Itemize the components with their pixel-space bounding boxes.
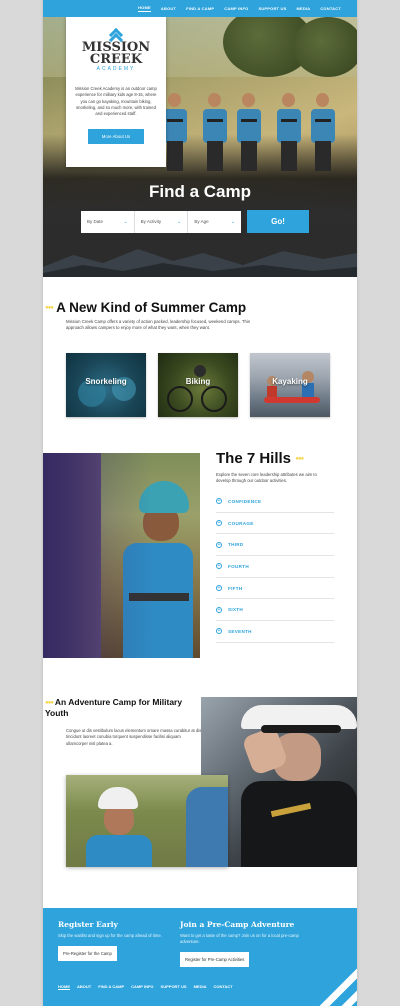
hero-section: MISSION CREEK ACADEMY Mission Creek Acad… <box>43 17 357 277</box>
dots-decoration: ●●● <box>45 699 54 706</box>
plus-icon: + <box>216 563 222 570</box>
activity-tile-snorkeling[interactable]: Snorkeling <box>66 353 146 417</box>
hill-item-confidence[interactable]: + CONFIDENCE <box>216 491 334 513</box>
plus-icon: + <box>216 498 222 505</box>
register-pre-camp-button[interactable]: Register for Pre-Camp Activities <box>180 951 250 967</box>
summer-camp-title: ●●● A New Kind of Summer Camp <box>45 300 246 315</box>
hill-item-third[interactable]: + THIRD <box>216 534 334 557</box>
footer-nav-support-us[interactable]: SUPPORT US <box>161 984 187 990</box>
nav-media[interactable]: MEDIA <box>296 6 310 12</box>
logo-title-line2: CREEK <box>89 52 143 67</box>
age-filter-select[interactable]: By Age ⌄ <box>188 211 241 233</box>
activity-tile-kayaking[interactable]: Kayaking <box>250 353 330 417</box>
pre-camp-block: Join a Pre-Camp Adventure Want to get a … <box>180 920 310 967</box>
activity-label: Snorkeling <box>85 377 127 386</box>
date-filter-select[interactable]: By Date ⌄ <box>81 211 135 233</box>
nav-support-us[interactable]: SUPPORT US <box>258 6 286 12</box>
camp-search-bar: By Date ⌄ By Activity ⌄ By Age ⌄ <box>81 211 241 233</box>
footer-nav-contact[interactable]: CONTACT <box>213 984 232 990</box>
pre-camp-text: Want to get a taste of the camp? Join us… <box>180 933 299 944</box>
hill-item-fourth[interactable]: + FOURTH <box>216 556 334 578</box>
nav-home[interactable]: HOME <box>138 5 151 12</box>
logo-card: MISSION CREEK ACADEMY Mission Creek Acad… <box>66 17 166 167</box>
hill-item-label: SIXTH <box>228 607 244 613</box>
hill-item-seventh[interactable]: + SEVENTH <box>216 621 334 643</box>
adventure-camp-text: Congue ut dis vestibulum lacus elementum… <box>66 728 202 746</box>
hero-tree <box>293 17 357 77</box>
pre-register-button[interactable]: Pre-Register for the Camp <box>58 945 117 961</box>
chevron-down-icon: ⌄ <box>230 219 236 225</box>
seven-hills-text: Explore the seven core leadership attrib… <box>216 472 317 483</box>
dots-decoration: ●●● <box>45 305 54 312</box>
summer-camp-title-text: A New Kind of Summer Camp <box>56 300 247 315</box>
hill-item-sixth[interactable]: + SIXTH <box>216 599 334 622</box>
go-button[interactable]: Go! <box>247 210 309 233</box>
more-about-us-button[interactable]: More About Us <box>88 129 144 145</box>
date-filter-label: By Date <box>87 219 104 224</box>
footer-nav-camp-info[interactable]: CAMP INFO <box>131 984 153 990</box>
register-early-title: Register Early <box>58 920 118 929</box>
page: HOME ABOUT FIND A CAMP CAMP INFO SUPPORT… <box>43 0 357 1006</box>
logo-subtitle: ACADEMY <box>96 66 136 72</box>
activity-filter-select[interactable]: By Activity ⌄ <box>135 211 189 233</box>
plus-icon: + <box>216 585 222 592</box>
hill-item-courage[interactable]: + COURAGE <box>216 513 334 535</box>
footer: Register Early Skip the waitlist and sig… <box>43 908 357 1006</box>
hero-camper <box>203 93 227 185</box>
plus-icon: + <box>216 606 222 613</box>
logo-chevron-icon <box>108 27 124 48</box>
adventure-camp-title: ●●● An Adventure Camp for Military Youth <box>45 697 185 719</box>
plus-icon: + <box>216 628 222 635</box>
hill-item-label: COURAGE <box>228 520 254 526</box>
footer-nav-media[interactable]: MEDIA <box>194 984 207 990</box>
nav-contact[interactable]: CONTACT <box>320 6 341 12</box>
nav-camp-info[interactable]: CAMP INFO <box>224 6 248 12</box>
activity-label: Biking <box>185 377 211 386</box>
find-a-camp-title: Find a Camp <box>148 182 251 201</box>
camper-helmet-photo <box>66 775 228 867</box>
chevron-down-icon: ⌄ <box>177 219 182 225</box>
age-filter-label: By Age <box>194 219 209 224</box>
intro-text: Mission Creek Academy is an outdoor camp… <box>75 86 157 117</box>
climbing-photo <box>43 453 200 658</box>
footer-nav: HOME ABOUT FIND A CAMP CAMP INFO SUPPORT… <box>58 984 233 990</box>
nav-find-a-camp[interactable]: FIND A CAMP <box>186 6 214 12</box>
top-nav: HOME ABOUT FIND A CAMP CAMP INFO SUPPORT… <box>43 0 357 17</box>
hero-camper <box>277 93 301 185</box>
summer-camp-text: Mission Creek Camp offers a variety of a… <box>66 319 250 331</box>
hill-item-fifth[interactable]: + FIFTH <box>216 578 334 600</box>
seven-hills-list: + CONFIDENCE + COURAGE + THIRD + FOURTH + FIF… <box>216 491 334 643</box>
activity-filter-label: By Activity <box>140 219 162 224</box>
chevron-down-icon: ⌄ <box>123 219 128 225</box>
seven-hills-title-text: The 7 Hills <box>216 450 292 467</box>
mountain-silhouette <box>43 249 357 277</box>
plus-icon: + <box>216 541 222 548</box>
pre-camp-title: Join a Pre-Camp Adventure <box>180 920 295 929</box>
footer-nav-about[interactable]: ABOUT <box>77 984 91 990</box>
hero-camper <box>237 93 261 185</box>
adventure-camp-title-text: An Adventure Camp for Military Youth <box>45 697 183 718</box>
hill-item-label: FIFTH <box>228 585 243 591</box>
register-early-block: Register Early Skip the waitlist and sig… <box>58 920 168 961</box>
hero-camper <box>163 93 187 185</box>
hill-item-label: THIRD <box>228 542 244 548</box>
hill-item-label: FOURTH <box>228 563 249 569</box>
activity-label: Kayaking <box>272 377 308 386</box>
dots-decoration: ●●● <box>295 456 304 463</box>
footer-nav-find-a-camp[interactable]: FIND A CAMP <box>98 984 124 990</box>
hill-item-label: CONFIDENCE <box>228 498 262 504</box>
register-early-text: Skip the waitlist and sign up for the ca… <box>58 933 162 938</box>
seven-hills-title: The 7 Hills ●●● <box>216 450 304 467</box>
hill-item-label: SEVENTH <box>228 628 252 634</box>
footer-nav-home[interactable]: HOME <box>58 984 70 990</box>
hero-camper <box>311 93 335 185</box>
activity-tile-biking[interactable]: Biking <box>158 353 238 417</box>
nav-about[interactable]: ABOUT <box>161 6 176 12</box>
plus-icon: + <box>216 520 222 527</box>
